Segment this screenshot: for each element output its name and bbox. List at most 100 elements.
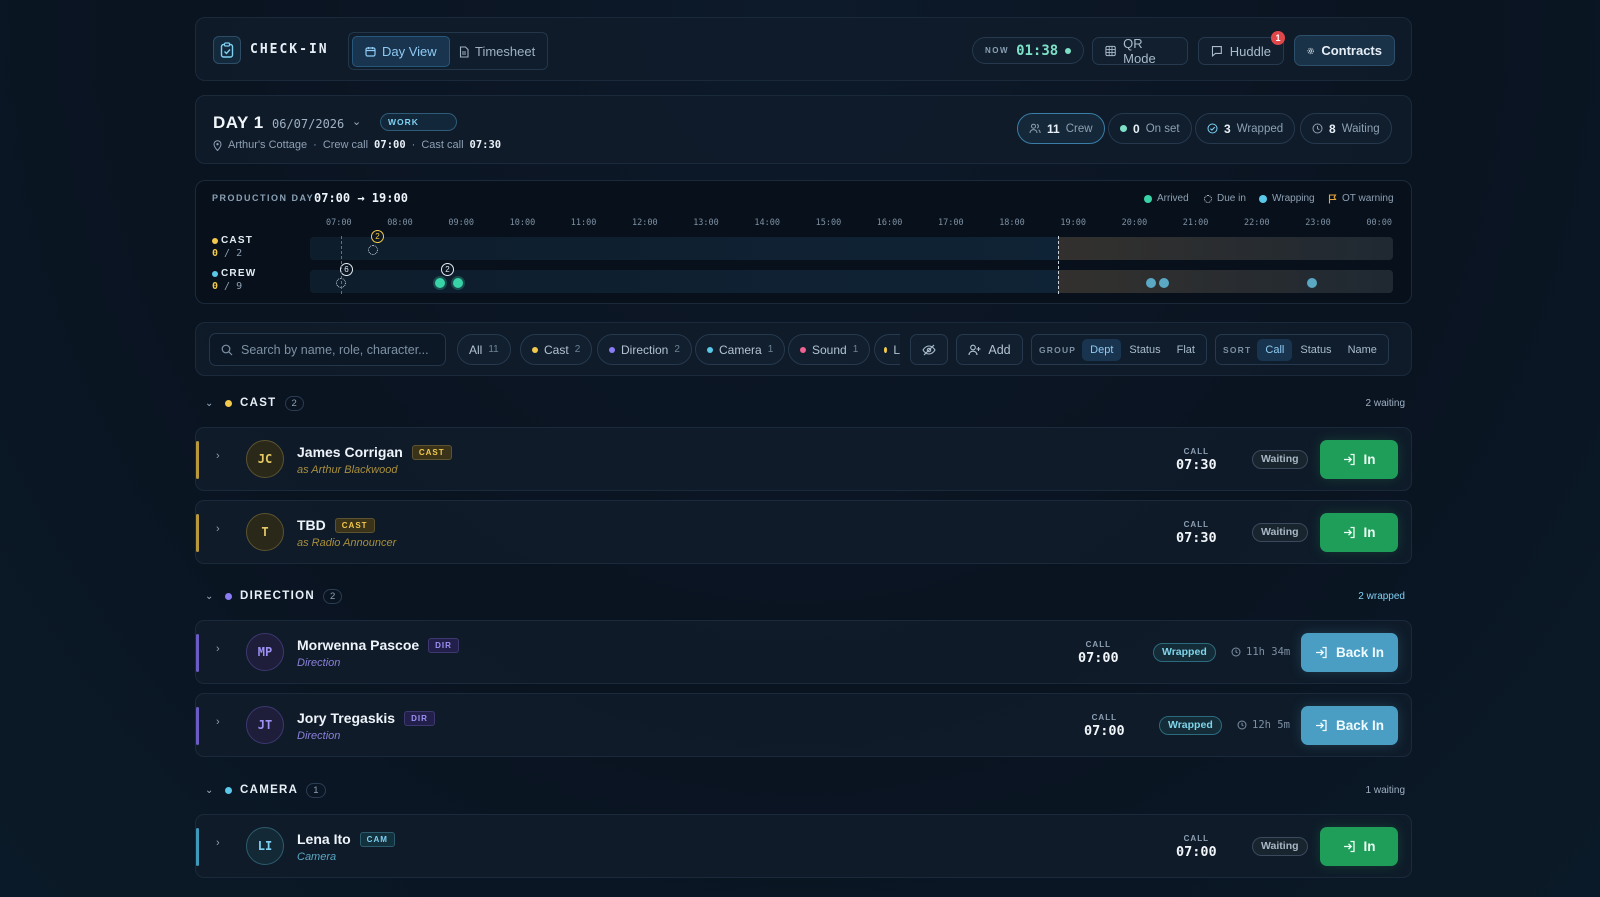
tab-label: Timesheet [475,44,536,59]
hour-tick-label: 10:00 [509,218,536,228]
huddle-button[interactable]: Huddle 1 [1198,31,1285,65]
role-tag: DIR [428,637,459,653]
legend-label: Wrapping [1272,193,1315,204]
group-header-camera[interactable]: ⌄ CAMERA 1 1 waiting [205,781,1405,799]
chevron-down-icon[interactable]: ⌄ [352,115,361,128]
add-user-icon [968,344,981,355]
role-tag: CAST [334,517,375,533]
wrapping-marker[interactable] [1159,278,1169,288]
cluster-count[interactable]: 2 [441,263,454,276]
filter-chip-overflow[interactable]: L [874,334,900,365]
group-option-flat[interactable]: Flat [1169,339,1203,361]
person-role: as Arthur Blackwood [297,464,398,476]
hide-toggle-button[interactable] [910,334,948,365]
person-row[interactable]: › JT Jory Tregaskis DIR Direction CALL 0… [195,693,1412,757]
group-header-direction[interactable]: ⌄ DIRECTION 2 2 wrapped [205,587,1405,605]
status-badge: Waiting [1252,523,1308,542]
crew-lane[interactable] [310,270,1393,293]
filter-chip-sound[interactable]: Sound 1 [788,334,871,365]
person-row[interactable]: › T TBD CAST as Radio Announcer CALL 07:… [195,500,1412,564]
status-badge: Wrapped [1153,643,1216,662]
cast-call-time: 07:30 [469,139,502,151]
sort-option-call[interactable]: Call [1257,338,1293,361]
tab-day-view[interactable]: Day View [352,36,450,67]
app-title: CHECK-IN [250,42,329,57]
chevron-down-icon[interactable]: ⌄ [205,591,217,602]
back-in-button[interactable]: Back In [1301,706,1398,745]
chip-count: 1 [852,344,859,355]
person-row[interactable]: › MP Morwenna Pascoe DIR Direction CALL … [195,620,1412,684]
chevron-right-icon[interactable]: › [216,716,220,728]
hour-tick-label: 16:00 [876,218,903,228]
filter-chip-camera[interactable]: Camera 1 [695,334,786,365]
person-name-line: Jory Tregaskis DIR [297,710,435,726]
stat-wrapped[interactable]: 3 Wrapped [1195,113,1296,144]
call-label: CALL [1085,640,1111,649]
wrapping-marker[interactable] [1146,278,1156,288]
filter-chip-direction[interactable]: Direction 2 [597,334,692,365]
status-badge: Wrapped [1159,716,1222,735]
check-in-button[interactable]: In [1320,440,1398,479]
crew-call-label: Crew call [322,139,369,151]
call-label: CALL [1091,713,1117,722]
sort-option-name[interactable]: Name [1340,339,1385,361]
hour-tick-label: 07:00 [326,218,352,228]
chevron-right-icon[interactable]: › [216,523,220,535]
chevron-down-icon[interactable]: ⌄ [205,785,217,796]
contracts-button[interactable]: Contracts [1294,35,1395,66]
day-date[interactable]: 06/07/2026 [272,117,344,131]
arrived-marker[interactable] [435,278,445,288]
chevron-right-icon[interactable]: › [216,837,220,849]
role-tag: CAST [411,444,452,460]
chip-label: Sound [812,342,847,357]
person-name: Jory Tregaskis [297,710,396,726]
cluster-count[interactable]: 2 [371,230,384,243]
chevron-right-icon[interactable]: › [216,450,220,462]
chip-count: 11 [488,344,499,355]
add-person-button[interactable]: Add [956,334,1023,365]
group-header-cast[interactable]: ⌄ CAST 2 2 waiting [205,394,1405,412]
button-label: In [1363,839,1376,854]
due-in-marker[interactable] [368,245,378,255]
dept-accent [196,828,199,866]
chip-label: Direction [621,342,669,357]
search-placeholder: Search by name, role, character... [241,342,429,357]
hour-tick-label: 20:00 [1121,218,1148,228]
call-value: 07:00 [1078,650,1119,666]
cast-dot-icon [532,346,538,353]
sort-option-status[interactable]: Status [1292,339,1339,361]
chip-label: Cast [544,342,569,357]
group-label: GROUP [1039,344,1077,355]
hour-tick-label: 17:00 [938,218,964,228]
cast-lane[interactable] [310,237,1393,260]
check-in-button[interactable]: In [1320,513,1398,552]
stat-on-set[interactable]: 0 On set [1108,113,1192,144]
hour-tick-label: 08:00 [387,218,413,228]
login-icon [1343,453,1355,466]
person-row[interactable]: › JC James Corrigan CAST as Arthur Black… [195,427,1412,491]
tab-timesheet[interactable]: Timesheet [447,36,547,67]
arrived-marker[interactable] [453,278,463,288]
chevron-right-icon[interactable]: › [216,643,220,655]
check-in-button[interactable]: In [1320,827,1398,866]
role-tag: CAM [359,831,395,847]
qr-mode-button[interactable]: QR Mode [1092,36,1188,66]
back-in-button[interactable]: Back In [1301,633,1398,672]
day-header: DAY 1 06/07/2026 ⌄ WORK Arthur's Cottage… [195,95,1412,164]
sort-label: SORT [1223,344,1252,355]
clock-icon [1231,647,1241,657]
wrapping-marker[interactable] [1307,278,1317,288]
search-input[interactable]: Search by name, role, character... [209,333,446,366]
top-bar: CHECK-IN Day View Timesheet NOW 01:38 QR… [195,17,1412,81]
filter-chip-all[interactable]: All 11 [457,334,511,365]
group-option-status[interactable]: Status [1121,339,1168,361]
stat-value: 3 [1224,121,1231,136]
group-option-dept[interactable]: Dept [1082,338,1122,361]
chevron-down-icon[interactable]: ⌄ [205,398,217,409]
camera-dot-icon [707,346,713,353]
person-row[interactable]: › LI Lena Ito CAM Camera CALL 07:00 Wait… [195,814,1412,878]
filter-chip-cast[interactable]: Cast 2 [520,334,593,365]
stat-crew[interactable]: 11 Crew [1017,113,1105,144]
button-label: In [1363,452,1376,467]
stat-waiting[interactable]: 8 Waiting [1300,113,1392,144]
